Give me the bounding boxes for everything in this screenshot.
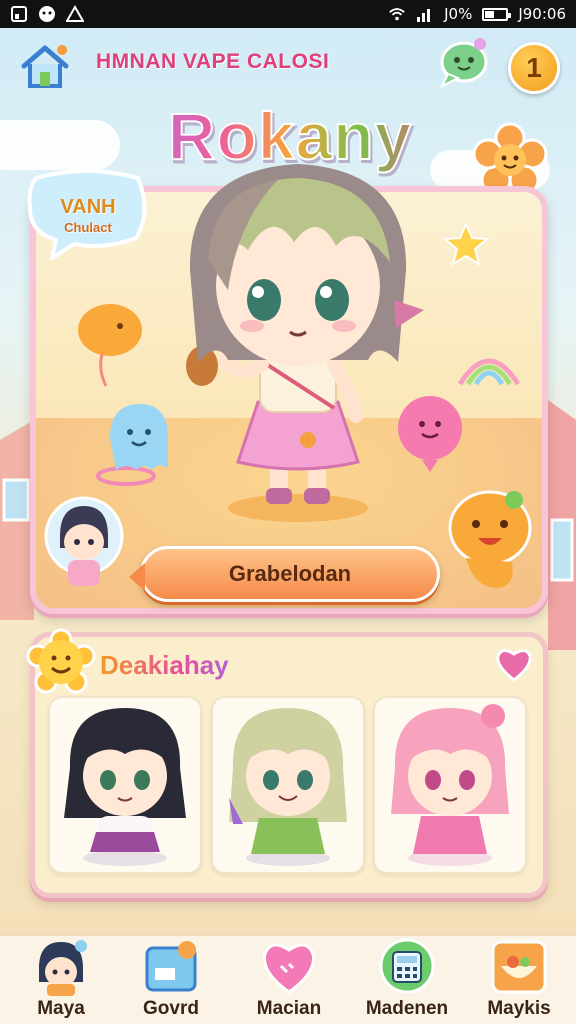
- nav-label: Govrd: [143, 998, 199, 1019]
- nav-item-maya[interactable]: Maya: [6, 938, 116, 1022]
- star-icon: [442, 221, 490, 267]
- character-tile-pink-hair[interactable]: [373, 696, 527, 874]
- nav-item-macian[interactable]: Macian: [234, 938, 344, 1022]
- home-icon: [21, 45, 69, 88]
- primary-action-label: Grabelodan: [228, 561, 352, 586]
- nav-item-maykis[interactable]: Maykis: [464, 938, 574, 1022]
- heart-icon: [263, 943, 315, 994]
- house-decoration: [548, 400, 576, 650]
- gallery-title: Deakiahay: [100, 650, 229, 680]
- orange-fish-pet-icon: [78, 304, 142, 387]
- status-bar: J0% J90:06: [0, 0, 576, 28]
- heart-icon: [496, 649, 532, 682]
- coin-counter[interactable]: 1: [508, 42, 560, 94]
- nav-item-madenen[interactable]: Madenen: [352, 938, 462, 1022]
- warning-icon: [66, 5, 84, 23]
- house-decoration: [0, 420, 34, 620]
- sun-smiley-icon: [26, 628, 96, 694]
- header-subtitle: HMNAN VAPE CALOSI: [96, 50, 330, 73]
- battery-percent: J0%: [444, 5, 473, 23]
- calculator-icon: [379, 938, 435, 994]
- badge-title: VANH: [60, 196, 116, 218]
- battery-icon: [482, 7, 512, 21]
- face-icon: [38, 5, 56, 23]
- character-portrait-blonde-hair: [229, 708, 347, 866]
- avatar-icon: [39, 940, 87, 996]
- cloud-decoration: [0, 120, 120, 170]
- card-icon: [145, 941, 197, 992]
- character-portrait-dark-hair: [64, 708, 186, 866]
- favorite-button[interactable]: [494, 646, 534, 682]
- character-tile-dark-hair[interactable]: [48, 696, 202, 874]
- nav-label: Macian: [256, 998, 322, 1019]
- nav-item-govrd[interactable]: Govrd: [116, 938, 226, 1022]
- mini-avatar-icon[interactable]: [44, 496, 124, 596]
- rainbow-icon: [457, 358, 521, 386]
- chat-button[interactable]: [436, 36, 492, 92]
- badge-subtitle: Chulact: [64, 220, 112, 235]
- character-tile-blonde-hair[interactable]: [211, 696, 365, 874]
- orange-dino-pet-icon: [448, 490, 532, 588]
- nav-label: Maykis: [487, 998, 551, 1019]
- hero-character-illustration[interactable]: [168, 150, 428, 530]
- wifi-icon: [388, 5, 406, 23]
- bowl-icon: [491, 940, 547, 994]
- nav-label: Maya: [37, 998, 85, 1019]
- arrow-left-icon: [129, 563, 145, 591]
- clock: J90:06: [518, 5, 566, 23]
- character-portrait-pink-hair: [391, 704, 509, 866]
- signal-icon: [416, 5, 434, 23]
- chat-bubble-icon: [439, 38, 488, 89]
- notification-icon: [10, 5, 28, 23]
- primary-action-button[interactable]: Grabelodan: [129, 546, 440, 602]
- home-button[interactable]: [18, 42, 72, 92]
- nav-label: Madenen: [365, 998, 449, 1019]
